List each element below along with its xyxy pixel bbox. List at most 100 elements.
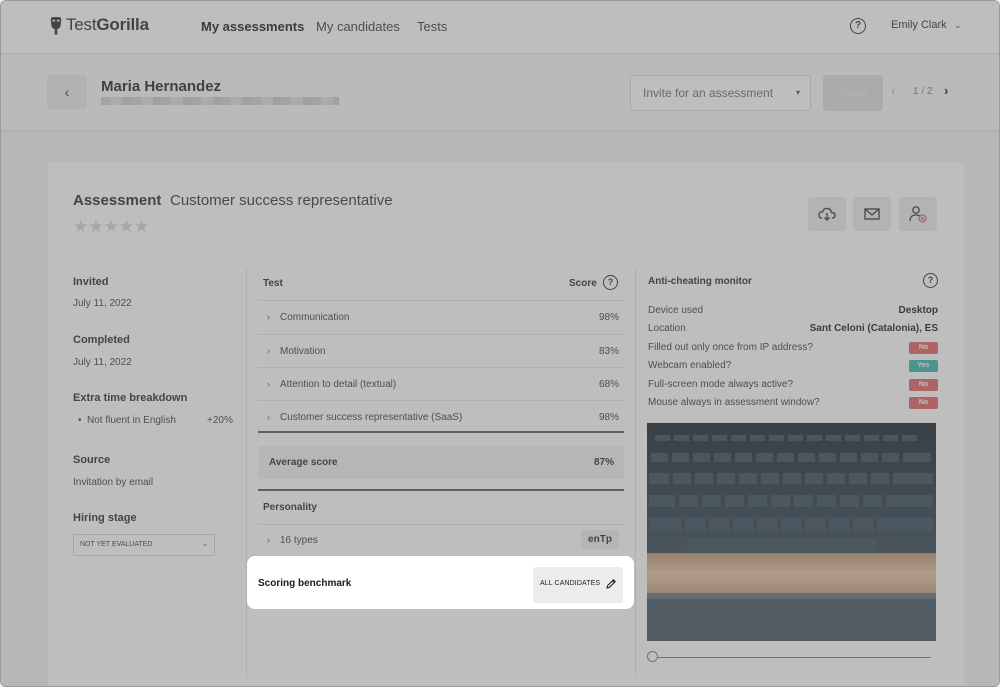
help-icon[interactable]: ? [603, 275, 618, 290]
bullet: • [78, 415, 82, 426]
pencil-icon [606, 579, 616, 589]
check-row: Full-screen mode always active? No [648, 379, 938, 393]
hiring-stage-select[interactable]: NOT YET EVALUATED ⌄ [73, 534, 215, 556]
help-icon[interactable]: ? [923, 273, 938, 288]
assessment-label: Assessment [73, 192, 162, 209]
scoring-benchmark-button[interactable]: ALL CANDIDATES [533, 567, 623, 603]
nav-my-candidates[interactable]: My candidates [316, 19, 400, 34]
test-name: Customer success representative (SaaS) [280, 412, 463, 423]
webcam-snapshot[interactable] [647, 423, 936, 641]
email-button[interactable] [853, 197, 891, 231]
personality-test-name: 16 types [280, 535, 318, 546]
logo-text: TestGorilla [66, 15, 149, 34]
scoring-benchmark-label: Scoring benchmark [258, 578, 352, 589]
check-label: Full-screen mode always active? [648, 379, 794, 390]
download-button[interactable] [808, 197, 846, 231]
chevron-down-icon[interactable]: ⌄ [954, 20, 962, 31]
completed-date: July 11, 2022 [73, 357, 132, 368]
test-score: 68% [598, 379, 619, 390]
remove-user-icon [909, 206, 927, 223]
personality-type-badge: enTp [581, 530, 619, 549]
mail-icon [864, 208, 880, 220]
personality-row[interactable]: › 16 types enTp [258, 524, 624, 554]
invited-label: Invited [73, 276, 109, 288]
test-score: 98% [598, 312, 619, 323]
column-header-test: Test [263, 278, 283, 289]
check-label: Webcam enabled? [648, 360, 732, 371]
help-icon[interactable]: ? [850, 18, 866, 34]
location-label: Location [648, 323, 686, 334]
top-navigation: TestGorilla My assessments My candidates… [1, 1, 999, 54]
snapshot-slider-track[interactable] [653, 657, 931, 658]
hiring-stage-value: NOT YET EVALUATED [80, 541, 153, 548]
assessment-name: Customer success representative [170, 192, 393, 209]
chevron-right-icon: › [267, 535, 270, 545]
nav-my-assessments[interactable]: My assessments [201, 19, 304, 34]
gorilla-logo-icon [50, 17, 62, 35]
check-status-badge: No [909, 379, 938, 391]
location-value: Sant Celoni (Catalonia), ES [809, 323, 938, 334]
chevron-right-icon: › [267, 346, 270, 356]
test-name: Attention to detail (textual) [280, 379, 397, 390]
test-name: Motivation [280, 346, 326, 357]
test-row[interactable]: › Communication 98% [258, 300, 624, 333]
app-window: TestGorilla My assessments My candidates… [0, 0, 1000, 687]
benchmark-value: ALL CANDIDATES [540, 580, 601, 587]
check-row: Mouse always in assessment window? No [648, 397, 938, 411]
check-row: Filled out only once from IP address? No [648, 342, 938, 356]
user-menu-name[interactable]: Emily Clark [891, 19, 947, 31]
invite-select-placeholder: Invite for an assessment [643, 86, 774, 100]
completed-label: Completed [73, 334, 130, 346]
candidate-email-redacted [101, 97, 339, 105]
source-label: Source [73, 454, 111, 466]
rating-stars[interactable]: ★★★★★ [73, 217, 149, 237]
caret-down-icon: ▾ [795, 88, 800, 97]
hiring-stage-label: Hiring stage [73, 512, 137, 524]
extra-time-value: +20% [207, 415, 233, 426]
download-cloud-icon [818, 207, 836, 221]
check-status-badge: Yes [909, 360, 938, 372]
pager-count: 1 / 2 [913, 86, 933, 97]
average-score-label: Average score [269, 457, 338, 468]
location-row: Location Sant Celoni (Catalonia), ES [648, 323, 938, 337]
extra-time-label: Extra time breakdown [73, 392, 188, 404]
chevron-right-icon: › [267, 412, 270, 422]
test-score: 83% [598, 346, 619, 357]
candidate-header: ‹ Maria Hernandez Invite for an assessme… [1, 55, 999, 131]
personality-label: Personality [263, 502, 317, 513]
average-score-row: Average score 87% [258, 446, 624, 479]
column-divider [635, 268, 636, 678]
scoring-benchmark-highlight: Scoring benchmark ALL CANDIDATES [247, 556, 634, 609]
check-row: Webcam enabled? Yes [648, 360, 938, 374]
average-score-value: 87% [593, 457, 614, 468]
nav-tests[interactable]: Tests [417, 19, 447, 34]
test-score: 98% [598, 412, 619, 423]
invite-assessment-select[interactable]: Invite for an assessment ▾ [630, 75, 811, 111]
device-label: Device used [648, 305, 704, 316]
testgorilla-logo[interactable]: TestGorilla [49, 13, 149, 37]
invited-date: July 11, 2022 [73, 298, 132, 309]
chevron-right-icon: › [267, 379, 270, 389]
test-row[interactable]: › Motivation 83% [258, 334, 624, 367]
device-value: Desktop [898, 305, 938, 316]
invite-button[interactable]: Invite [823, 75, 883, 111]
previous-candidate-icon[interactable]: ‹ [891, 83, 895, 98]
next-candidate-icon[interactable]: › [944, 83, 948, 98]
check-status-badge: No [909, 397, 938, 409]
check-label: Filled out only once from IP address? [648, 342, 813, 353]
device-row: Device used Desktop [648, 305, 938, 319]
remove-candidate-button[interactable] [899, 197, 937, 231]
back-button[interactable]: ‹ [47, 75, 87, 109]
candidate-name: Maria Hernandez [101, 78, 222, 95]
test-row[interactable]: › Customer success representative (SaaS)… [258, 400, 624, 433]
check-label: Mouse always in assessment window? [648, 397, 820, 408]
chevron-down-icon: ⌄ [202, 541, 208, 548]
section-divider [258, 489, 624, 491]
webcam-image [647, 423, 936, 641]
column-header-score: Score [569, 278, 597, 289]
extra-time-item: Not fluent in English [87, 415, 176, 426]
source-value: Invitation by email [73, 477, 154, 488]
snapshot-slider-handle[interactable] [647, 651, 658, 662]
test-row[interactable]: › Attention to detail (textual) 68% [258, 367, 624, 400]
check-status-badge: No [909, 342, 938, 354]
